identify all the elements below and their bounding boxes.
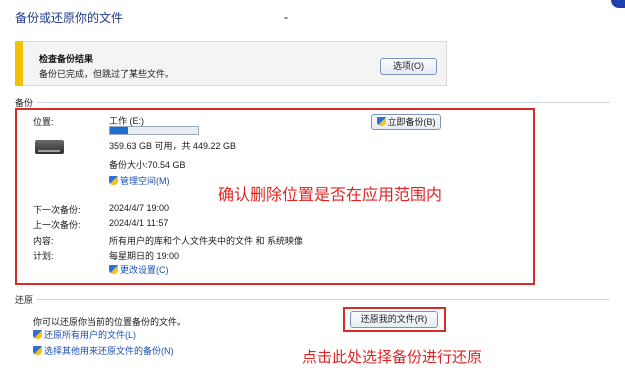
alert-text: 备份已完成，但跳过了某些文件。 [39,69,175,79]
restore-all-users-label: 还原所有用户的文件(L) [44,330,137,340]
space-text: 359.63 GB 可用，共 449.22 GB [109,141,237,151]
options-button[interactable]: 选项(O) [380,58,437,75]
restore-divider [37,299,610,300]
shield-icon [109,176,118,185]
warning-bar-icon [15,41,23,86]
drive-icon [35,140,64,154]
backup-size-text: 备份大小:70.54 GB [109,160,186,170]
location-label: 位置: [33,117,54,127]
window-title: 备份或还原你的文件 [15,11,124,25]
title-marker: - [284,10,288,24]
select-other-backup-label: 选择其他用来还原文件的备份(N) [44,346,174,356]
restore-section-label: 还原 [15,295,34,305]
next-backup-label: 下一次备份: [33,205,81,215]
shield-icon [109,265,118,274]
backup-divider [37,102,610,103]
backup-now-label: 立即备份(B) [387,117,436,127]
alert-title: 检查备份结果 [39,54,94,64]
schedule-label: 计划: [33,251,54,261]
content-label: 内容: [33,236,54,246]
shield-icon [33,346,42,355]
restore-my-files-button[interactable]: 还原我的文件(R) [350,311,438,328]
change-settings-link[interactable]: 更改设置(C) [109,263,169,276]
content-value: 所有用户的库和个人文件夹中的文件 和 系统映像 [109,236,304,246]
manage-space-label: 管理空间(M) [120,176,170,186]
space-progress-fill [110,127,128,134]
change-settings-label: 更改设置(C) [120,265,169,275]
shield-icon [33,330,42,339]
backup-now-button[interactable]: 立即备份(B) [371,114,441,130]
corner-icon [611,0,625,8]
next-backup-value: 2024/4/7 19:00 [109,203,170,213]
schedule-value: 每星期日的 19:00 [109,251,180,261]
last-backup-label: 上一次备份: [33,220,81,230]
annotation-restore: 点击此处选择备份进行还原 [302,349,483,366]
select-other-backup-link[interactable]: 选择其他用来还原文件的备份(N) [33,344,174,357]
space-progress-bar [109,126,199,135]
shield-icon [376,117,386,126]
restore-text: 你可以还原你当前的位置备份的文件。 [33,317,187,327]
restore-all-users-link[interactable]: 还原所有用户的文件(L) [33,328,136,341]
annotation-location: 确认删除位置是否在应用范围内 [218,187,443,204]
last-backup-value: 2024/4/1 11:57 [109,218,169,228]
manage-space-link[interactable]: 管理空间(M) [109,174,170,187]
